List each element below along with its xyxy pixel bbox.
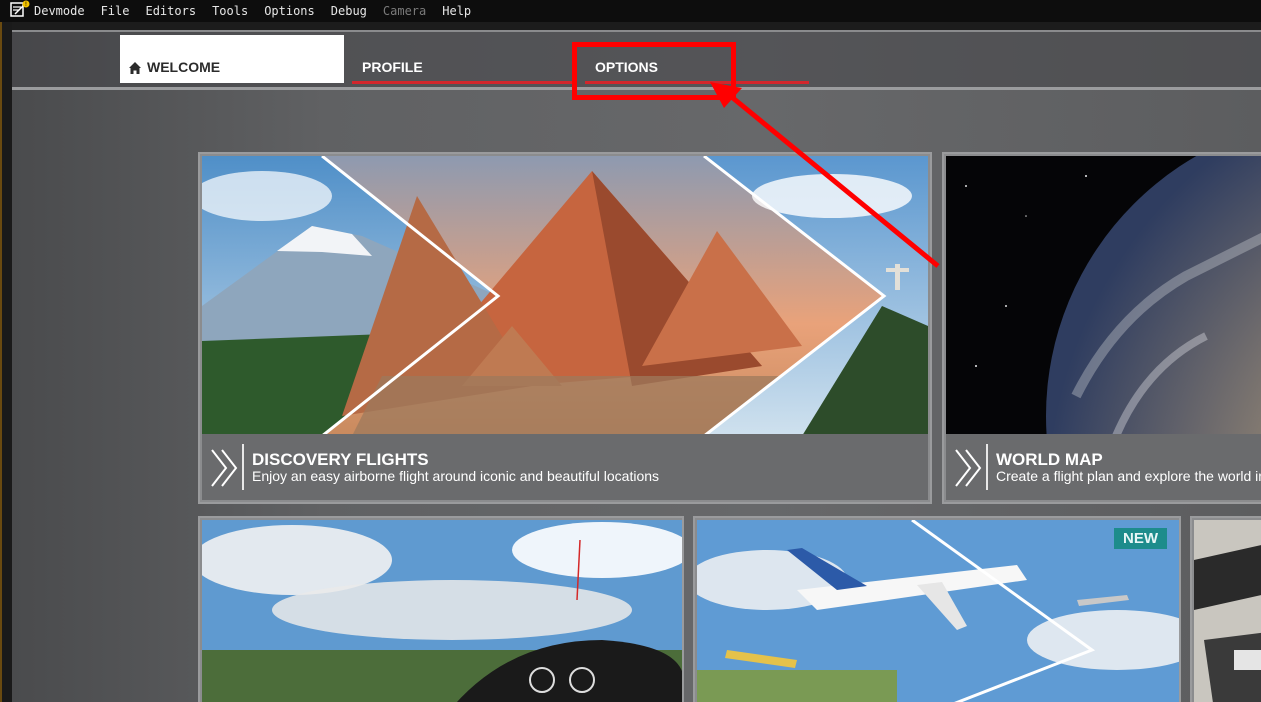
svg-text:!: !: [25, 1, 27, 8]
menu-devmode[interactable]: Devmode: [34, 4, 85, 18]
menu-file[interactable]: File: [101, 4, 130, 18]
partial-aircraft-image: [1194, 520, 1261, 702]
tab-profile-underline: [352, 81, 576, 84]
home-icon: [129, 62, 141, 74]
menu-camera: Camera: [382, 4, 427, 18]
menu-options[interactable]: Options: [264, 4, 315, 18]
chevron-right-icon: [211, 449, 238, 487]
world-map-subtitle: Create a flight plan and explore the wor…: [996, 468, 1261, 484]
caption-divider: [986, 444, 988, 490]
menu-tools[interactable]: Tools: [212, 4, 248, 18]
devmode-icon[interactable]: !: [10, 0, 34, 22]
sim-window: WELCOME PROFILE OPTIONS DISCOVERY FLIGHT…: [0, 22, 1261, 702]
aircraft-collage-image: [695, 518, 1179, 702]
discovery-flights-title: DISCOVERY FLIGHTS: [252, 450, 429, 469]
menu-bar: ! Devmode File Editors Tools Options Deb…: [0, 0, 1261, 22]
cockpit-sky-image: [200, 520, 682, 702]
card-partial-right[interactable]: [1190, 516, 1261, 702]
discovery-flights-subtitle: Enjoy an easy airborne flight around ico…: [252, 468, 660, 484]
annotation-arrow: [710, 82, 940, 268]
main-menu-panel: WELCOME PROFILE OPTIONS DISCOVERY FLIGHT…: [12, 30, 1261, 702]
world-map-image: [946, 154, 1261, 502]
caption-divider: [242, 444, 244, 490]
tab-profile-label: PROFILE: [362, 59, 423, 75]
world-map-title: WORLD MAP: [996, 450, 1103, 469]
tab-profile[interactable]: PROFILE: [352, 35, 576, 84]
window-left-rail: [0, 22, 12, 702]
new-badge: NEW: [1114, 528, 1167, 549]
discovery-flights-caption: DISCOVERY FLIGHTS Enjoy an easy airborne…: [202, 434, 928, 500]
card-flight-training[interactable]: [198, 516, 684, 702]
menu-editors[interactable]: Editors: [145, 4, 196, 18]
chevron-right-icon: [955, 449, 982, 487]
menu-help[interactable]: Help: [442, 4, 471, 18]
menu-debug[interactable]: Debug: [331, 4, 367, 18]
tab-welcome-label: WELCOME: [147, 59, 221, 75]
card-new-content[interactable]: NEW: [693, 516, 1181, 702]
world-map-caption: WORLD MAP Create a flight plan and explo…: [946, 434, 1261, 500]
card-world-map[interactable]: WORLD MAP Create a flight plan and explo…: [942, 152, 1261, 504]
tab-welcome[interactable]: WELCOME: [120, 35, 344, 83]
